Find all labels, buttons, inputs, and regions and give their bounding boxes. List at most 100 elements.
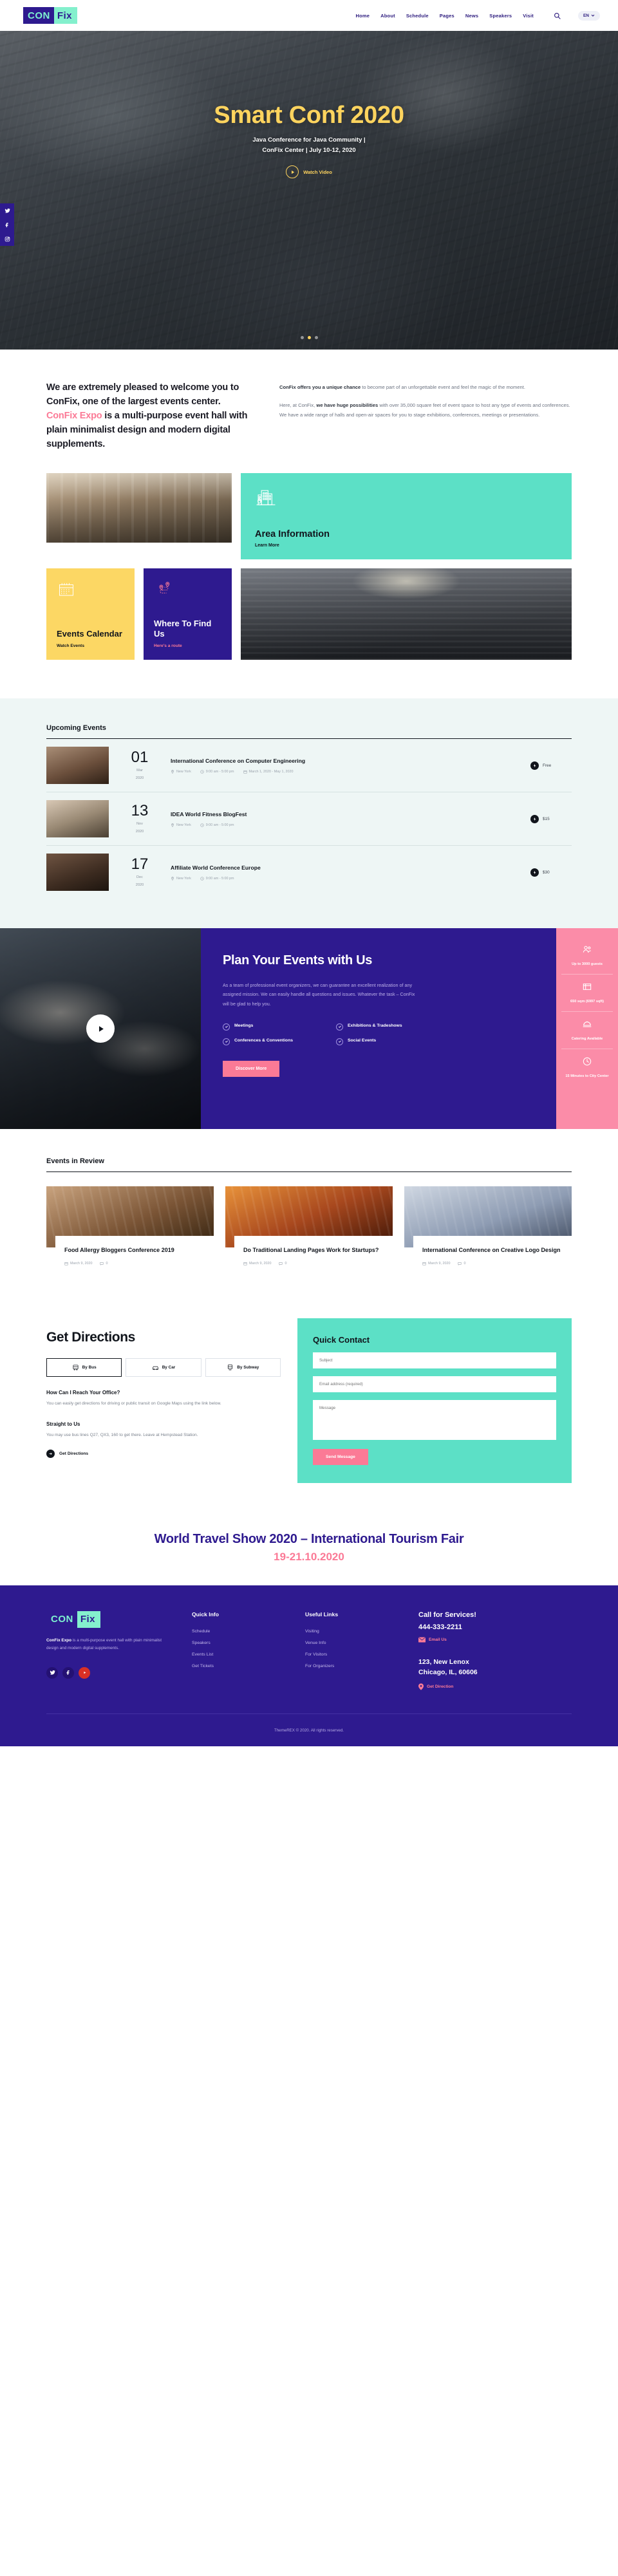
- event-location: New York: [171, 823, 191, 827]
- social-instagram-icon[interactable]: [0, 232, 14, 246]
- footer-email-link[interactable]: Email Us: [418, 1636, 572, 1643]
- stat-value: Catering Available: [571, 1037, 603, 1041]
- stat-item: 650 sqm (6997 sqft): [561, 975, 613, 1013]
- footer-about-bold: ConFix Expo: [46, 1638, 72, 1643]
- events-calendar-card[interactable]: Events Calendar Watch Events: [46, 568, 135, 660]
- subject-input[interactable]: [313, 1352, 556, 1368]
- area-information-card[interactable]: Area Information Learn More: [241, 473, 572, 560]
- footer-link-venue-info[interactable]: Venue Info: [305, 1641, 395, 1645]
- play-video-button[interactable]: [86, 1014, 115, 1043]
- event-day: 17: [131, 855, 149, 873]
- language-selector[interactable]: EN: [577, 10, 600, 21]
- check-circle-icon: [223, 1023, 230, 1031]
- footer-link-for-organizers[interactable]: For Organizers: [305, 1664, 395, 1668]
- event-title[interactable]: Affiliate World Conference Europe: [171, 864, 523, 872]
- event-price-label: $15: [543, 816, 550, 821]
- hero-dot-3[interactable]: [314, 336, 318, 339]
- footer-link-for-visitors[interactable]: For Visitors: [305, 1652, 395, 1657]
- get-directions-button[interactable]: Get Directions: [46, 1450, 281, 1459]
- footer-twitter-icon[interactable]: [46, 1666, 58, 1679]
- review-card-body: Do Traditional Landing Pages Work for St…: [234, 1236, 393, 1273]
- hero-dot-1[interactable]: [300, 336, 304, 339]
- email-input[interactable]: [313, 1376, 556, 1392]
- message-textarea[interactable]: [313, 1399, 556, 1440]
- events-calendar-link[interactable]: Watch Events: [57, 644, 124, 648]
- review-card-meta: March 9, 2020 0: [422, 1262, 563, 1265]
- event-time: 9:00 am - 5:00 pm: [200, 770, 234, 774]
- nav-item-pages[interactable]: Pages: [440, 13, 454, 19]
- footer-youtube-icon[interactable]: [79, 1666, 90, 1679]
- footer-logo[interactable]: CON Fix: [46, 1610, 169, 1628]
- tab-by-car[interactable]: By Car: [126, 1358, 201, 1377]
- footer-phone[interactable]: 444-333-2211: [418, 1623, 572, 1631]
- lobby-photo-card: [46, 473, 232, 543]
- event-title[interactable]: IDEA World Fitness BlogFest: [171, 810, 523, 818]
- discover-more-button[interactable]: Discover More: [223, 1060, 280, 1077]
- stat-value: 650 sqm (6997 sqft): [570, 1000, 604, 1004]
- nav-item-visit[interactable]: Visit: [523, 13, 534, 19]
- watch-video-label: Watch Video: [303, 169, 332, 175]
- welcome-paragraph-2: Here, at ConFix, we have huge possibilit…: [279, 401, 572, 420]
- review-card[interactable]: Food Allergy Bloggers Conference 2019 Ma…: [46, 1186, 214, 1273]
- event-title[interactable]: International Conference on Computer Eng…: [171, 757, 523, 765]
- nav-item-schedule[interactable]: Schedule: [406, 13, 429, 19]
- send-message-button[interactable]: Send Message: [313, 1448, 368, 1465]
- events-review-heading: Events in Review: [46, 1157, 104, 1166]
- where-to-find-us-card[interactable]: Where To Find Us Here's a route: [144, 568, 232, 660]
- review-card[interactable]: Do Traditional Landing Pages Work for St…: [225, 1186, 393, 1273]
- footer-facebook-icon[interactable]: [62, 1666, 74, 1679]
- review-card-title[interactable]: International Conference on Creative Log…: [422, 1246, 563, 1255]
- footer-direction-label: Get Direction: [427, 1685, 454, 1690]
- comment-icon: [279, 1262, 283, 1265]
- area-information-link[interactable]: Learn More: [255, 543, 557, 548]
- event-date: 17 Dec 2020: [109, 855, 171, 888]
- bus-icon: [73, 1365, 79, 1370]
- nav-item-home[interactable]: Home: [356, 13, 370, 19]
- social-facebook-icon[interactable]: [0, 218, 14, 232]
- event-meta: New York 9:00 am - 5:00 pm: [171, 877, 523, 881]
- footer-link-events-list[interactable]: Events List: [192, 1652, 282, 1657]
- plan-feature-label: Conferences & Conventions: [234, 1038, 294, 1043]
- event-row[interactable]: 01 Mar 2020 International Conference on …: [46, 739, 572, 793]
- welcome-section: We are extremely pleased to welcome you …: [0, 350, 618, 464]
- watch-video-button[interactable]: Watch Video: [286, 165, 332, 179]
- footer-direction-link[interactable]: Get Direction: [418, 1683, 572, 1690]
- review-card-comments: 0: [100, 1262, 108, 1265]
- footer-link-speakers[interactable]: Speakers: [192, 1641, 282, 1645]
- footer-logo-text-con: CON: [46, 1610, 77, 1628]
- site-logo[interactable]: CON Fix: [23, 7, 78, 24]
- search-icon[interactable]: [554, 12, 561, 19]
- review-card-title[interactable]: Food Allergy Bloggers Conference 2019: [64, 1246, 205, 1255]
- welcome-p1-rest: to become part of an unforgettable event…: [360, 384, 525, 390]
- events-review-section: Events in Review Food Allergy Bloggers C…: [0, 1129, 618, 1304]
- review-card-body: International Conference on Creative Log…: [413, 1236, 572, 1273]
- clock-icon: [200, 823, 204, 827]
- nav-item-news[interactable]: News: [465, 13, 478, 19]
- footer-link-schedule[interactable]: Schedule: [192, 1629, 282, 1634]
- footer-address-line2: Chicago, IL, 60606: [418, 1668, 478, 1676]
- nav-item-about[interactable]: About: [380, 13, 395, 19]
- footer-link-visiting[interactable]: Visiting: [305, 1629, 395, 1634]
- welcome-text-column: ConFix offers you a unique chance to bec…: [279, 380, 572, 451]
- event-location: New York: [171, 770, 191, 774]
- nav-item-speakers[interactable]: Speakers: [489, 13, 512, 19]
- review-card-date: March 9, 2020: [64, 1262, 92, 1265]
- check-circle-icon: [223, 1038, 230, 1045]
- review-card-title[interactable]: Do Traditional Landing Pages Work for St…: [243, 1246, 384, 1255]
- event-row[interactable]: 17 Dec 2020 Affiliate World Conference E…: [46, 846, 572, 899]
- social-twitter-icon[interactable]: [0, 203, 14, 218]
- plan-stats-sidebar: Up to 3000 guests 650 sqm (6997 sqft) Ca…: [556, 928, 618, 1130]
- hero-dot-2[interactable]: [307, 336, 311, 339]
- review-card[interactable]: International Conference on Creative Log…: [404, 1186, 572, 1273]
- event-thumbnail: [46, 854, 109, 891]
- tab-by-bus[interactable]: By Bus: [46, 1358, 122, 1377]
- footer-link-get-tickets[interactable]: Get Tickets: [192, 1664, 282, 1668]
- footer-quick-info-column: Quick Info Schedule Speakers Events List…: [192, 1611, 282, 1691]
- upcoming-events-heading: Upcoming Events: [46, 724, 106, 733]
- section-divider: [46, 1171, 572, 1173]
- where-to-find-us-link[interactable]: Here's a route: [154, 644, 221, 648]
- event-row[interactable]: 13 Nov 2020 IDEA World Fitness BlogFest …: [46, 792, 572, 846]
- events-calendar-title: Events Calendar: [57, 629, 122, 639]
- tab-by-subway[interactable]: By Subway: [205, 1358, 281, 1377]
- ticket-icon: [530, 868, 539, 877]
